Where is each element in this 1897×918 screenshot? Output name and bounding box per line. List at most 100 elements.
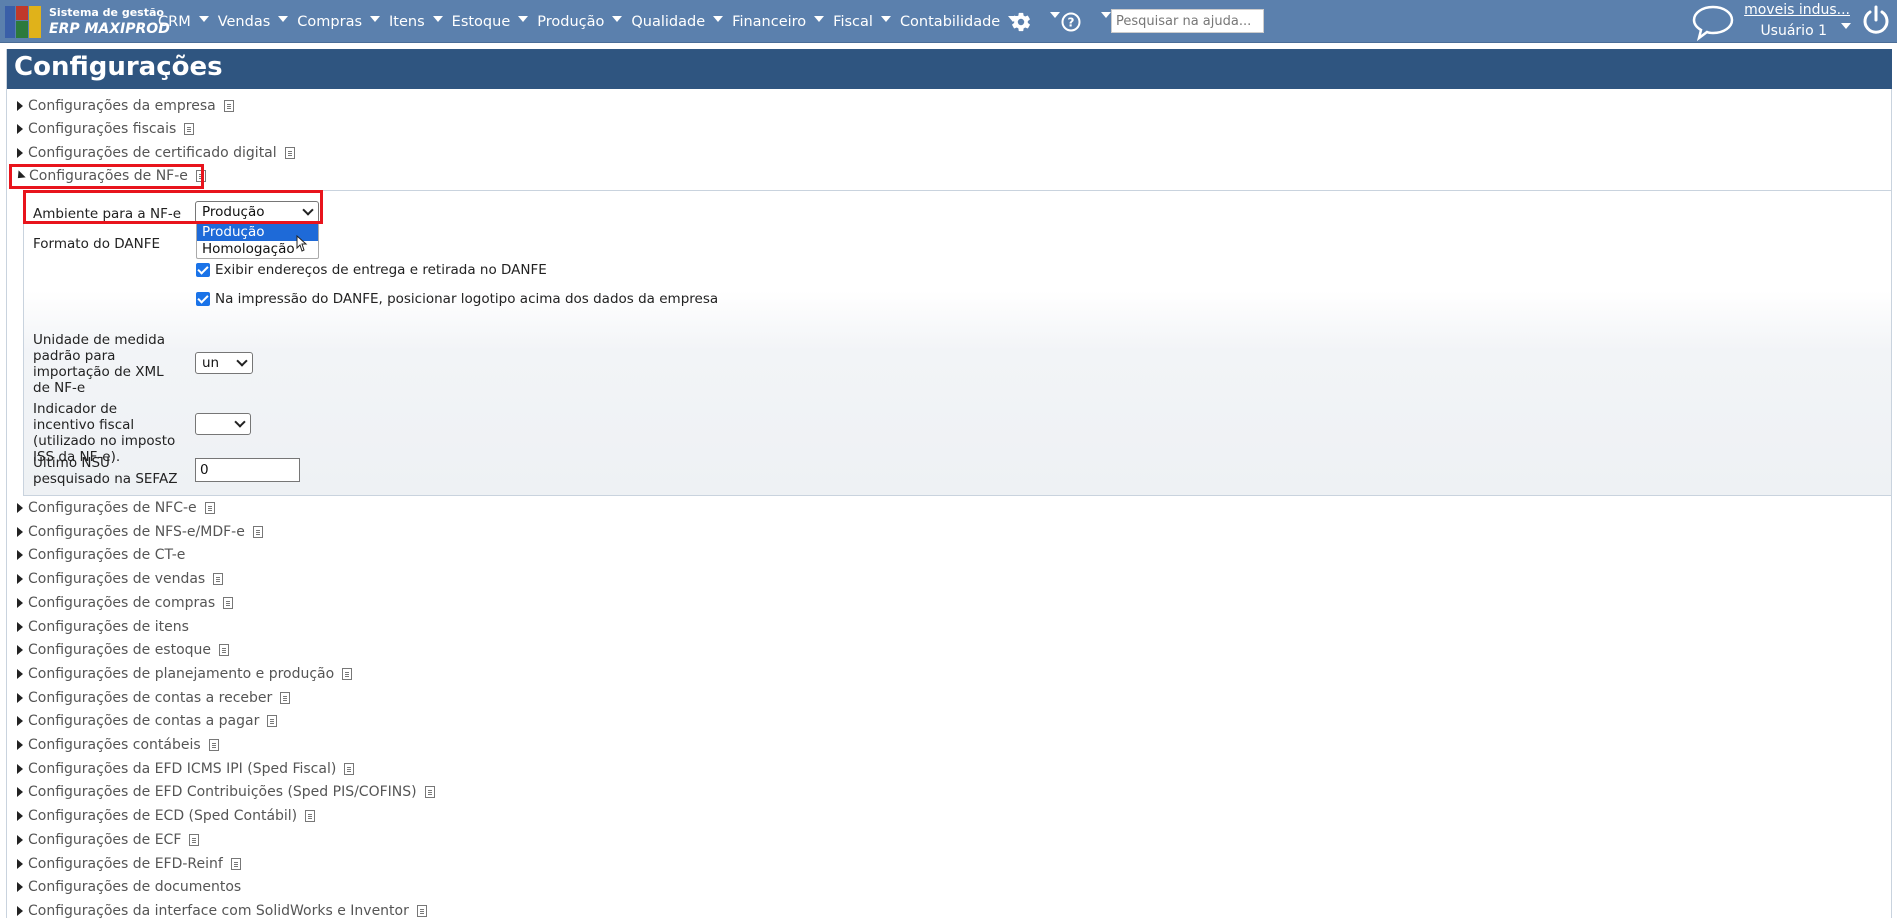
menu-contabilidade[interactable]: Contabilidade [899,13,1019,30]
document-icon[interactable] [230,857,241,870]
document-icon[interactable] [195,170,206,182]
section-row[interactable]: Configurações de NFS-e/MDF-e [15,521,263,543]
user-name[interactable]: Usuário 1 [1760,23,1827,39]
document-icon[interactable] [213,573,224,586]
menu-itens[interactable]: Itens [389,14,443,30]
section-row[interactable]: Configurações de compras [15,592,234,614]
expand-triangle-icon [17,716,23,727]
user-menu-caret-icon[interactable] [1841,23,1851,29]
ambiente-select[interactable]: Produção [195,201,319,223]
ambiente-select-value: Produção [202,204,265,220]
document-icon[interactable] [342,667,353,680]
chevron-down-icon [302,204,314,216]
page-header: Configurações [7,49,1892,89]
section-row[interactable]: Configurações contábeis [15,734,219,756]
document-icon[interactable] [284,147,295,159]
indicador-incentivo-select[interactable] [195,413,251,435]
section-row[interactable]: Configurações de estoque [15,639,230,661]
section-certificado[interactable]: Configurações de certificado digital [15,142,295,164]
user-company-link[interactable]: moveis indus... [1744,2,1850,18]
caret-down-icon [432,16,443,22]
section-label: Configurações de contas a receber [28,689,273,706]
ultimo-nsu-label: Último NSU pesquisado na SEFAZ [33,455,178,487]
caret-down-icon [198,16,209,22]
expand-triangle-icon [17,503,23,513]
menu-compras[interactable]: Compras [297,14,381,30]
menu-label: Estoque [451,13,511,30]
document-icon[interactable] [223,596,234,609]
checkbox-exibir-enderecos[interactable]: Exibir endereços de entrega e retirada n… [196,262,547,278]
section-label: Configurações de EFD-Reinf [28,855,223,872]
menu-fiscal[interactable]: Fiscal [833,14,891,30]
section-row[interactable]: Configurações de vendas [15,568,224,590]
gear-icon[interactable] [1010,11,1032,33]
section-row[interactable]: Configurações de EFD-Reinf [15,853,241,875]
caret-down-icon [370,16,381,22]
section-label: Configurações de NFS-e/MDF-e [28,523,245,540]
unidade-medida-select[interactable]: un [195,352,253,374]
expand-triangle-icon [17,124,23,134]
checkbox-checked-icon[interactable] [196,292,210,306]
section-label: Configurações de ECF [28,831,182,848]
section-label: Configurações de ECD (Sped Contábil) [28,808,298,825]
document-icon[interactable] [305,810,316,823]
document-icon[interactable] [252,525,263,538]
help-menu-caret-icon[interactable] [1101,12,1111,18]
power-icon[interactable] [1860,4,1892,36]
document-icon[interactable] [219,644,230,657]
menu-qualidade[interactable]: Qualidade [631,13,724,30]
section-row[interactable]: Configurações de NFC-e [15,497,215,519]
section-label: Configurações da empresa [28,98,216,114]
menu-producao[interactable]: Produção [537,14,623,30]
section-row[interactable]: Configurações de planejamento e produção [15,663,353,685]
expand-triangle-icon [17,763,23,774]
expand-triangle-icon [17,882,23,893]
chat-icon[interactable] [1690,2,1736,42]
section-label: Configurações de certificado digital [28,145,277,161]
section-row[interactable]: Configurações da interface com SolidWork… [15,900,427,918]
section-row[interactable]: Configurações de ECD (Sped Contábil) [15,805,316,827]
section-row[interactable]: Configurações de ECF [15,829,200,851]
document-icon[interactable] [424,786,435,799]
section-row[interactable]: Configurações de itens [15,616,189,638]
help-search-input[interactable] [1111,9,1264,33]
menu-crm[interactable]: CRM [158,14,209,30]
checkbox-checked-icon[interactable] [196,263,210,277]
ultimo-nsu-input[interactable]: 0 [195,458,300,482]
svg-text:?: ? [1068,16,1075,30]
document-icon[interactable] [280,691,291,704]
document-icon[interactable] [184,123,195,135]
app-logo[interactable]: Sistema de gestão ERP MAXIPROD [5,4,170,40]
section-row[interactable]: Configurações de EFD Contribuições (Sped… [15,781,435,803]
checkbox-logotipo-acima[interactable]: Na impressão do DANFE, posicionar logoti… [196,291,718,307]
section-row[interactable]: Configurações de CT-e [15,544,185,566]
menu-label: CRM [158,13,191,30]
section-nfe[interactable]: Configurações de NF-e [14,165,206,187]
menu-label: Vendas [217,13,271,30]
section-fiscais[interactable]: Configurações fiscais [15,118,195,140]
menu-estoque[interactable]: Estoque [452,14,529,30]
menu-label: Contabilidade [899,13,1001,30]
section-row[interactable]: Configurações de contas a pagar [15,710,278,732]
menu-vendas[interactable]: Vendas [218,14,289,30]
document-icon[interactable] [416,904,427,917]
document-icon[interactable] [208,739,219,751]
section-empresa[interactable]: Configurações da empresa [15,95,234,117]
caret-down-icon [814,16,825,22]
section-row[interactable]: Configurações da EFD ICMS IPI (Sped Fisc… [15,758,355,780]
section-label: Configurações de NF-e [29,168,188,184]
document-icon[interactable] [344,762,355,775]
section-row[interactable]: Configurações de documentos [15,876,241,898]
menu-label: Qualidade [631,13,706,30]
expand-triangle-icon [17,645,23,656]
gear-menu-caret-icon[interactable] [1050,12,1060,18]
document-icon[interactable] [189,833,200,846]
menu-financeiro[interactable]: Financeiro [732,14,825,30]
document-icon[interactable] [204,502,215,514]
section-row[interactable]: Configurações de contas a receber [15,687,291,709]
caret-down-icon [278,16,289,22]
document-icon[interactable] [223,100,234,112]
help-icon[interactable]: ? [1061,12,1081,32]
document-icon[interactable] [267,715,278,728]
menu-label: Itens [389,13,425,30]
